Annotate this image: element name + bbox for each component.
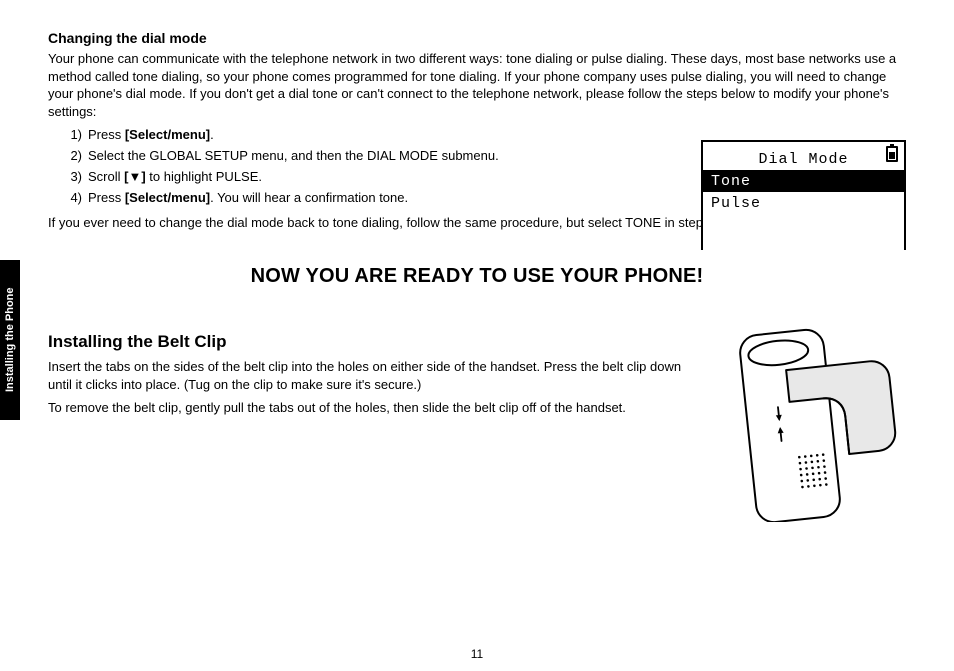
lcd-option: Pulse [703,192,904,214]
step-pre: Select the GLOBAL SETUP menu, and then t… [88,148,499,163]
ready-heading: NOW YOU ARE READY TO USE YOUR PHONE! [48,265,906,288]
step-pre: Scroll [88,169,124,184]
step-3: 3) Scroll [▼] to highlight PULSE. [66,168,666,187]
step-number: 3) [66,168,82,187]
manual-page: Installing the Phone Changing the dial m… [0,0,954,671]
lcd-screen: Dial Mode Tone Pulse [701,140,906,250]
page-number: 11 [0,647,954,661]
belt-clip-p1: Insert the tabs on the sides of the belt… [48,358,688,393]
step-2: 2) Select the GLOBAL SETUP menu, and the… [66,147,666,166]
battery-icon [886,146,898,162]
step-number: 1) [66,126,82,145]
step-text: Scroll [▼] to highlight PULSE. [88,168,262,187]
step-number: 2) [66,147,82,166]
step-text: Select the GLOBAL SETUP menu, and then t… [88,147,499,166]
step-post: . You will hear a confirmation tone. [210,190,408,205]
step-bold: [Select/menu] [125,127,210,142]
step-1: 1) Press [Select/menu]. [66,126,666,145]
dial-mode-heading: Changing the dial mode [48,30,906,46]
dial-mode-steps: 1) Press [Select/menu]. 2) Select the GL… [66,126,666,207]
step-post: . [210,127,214,142]
step-bold: [▼] [124,169,146,184]
step-4: 4) Press [Select/menu]. You will hear a … [66,189,666,208]
step-bold: [Select/menu] [125,190,210,205]
step-pre: Press [88,190,125,205]
dial-mode-intro: Your phone can communicate with the tele… [48,50,906,120]
belt-clip-section: Installing the Belt Clip Insert the tabs… [48,332,906,417]
step-text: Press [Select/menu]. [88,126,214,145]
dial-mode-section: Changing the dial mode Your phone can co… [48,30,906,231]
step-text: Press [Select/menu]. You will hear a con… [88,189,408,208]
step-pre: Press [88,127,125,142]
belt-clip-p2: To remove the belt clip, gently pull the… [48,399,688,417]
lcd-option-selected: Tone [703,170,904,192]
lcd-title: Dial Mode [703,148,904,170]
step-number: 4) [66,189,82,208]
belt-clip-illustration [696,322,906,522]
step-post: to highlight PULSE. [146,169,262,184]
section-tab: Installing the Phone [0,260,20,420]
